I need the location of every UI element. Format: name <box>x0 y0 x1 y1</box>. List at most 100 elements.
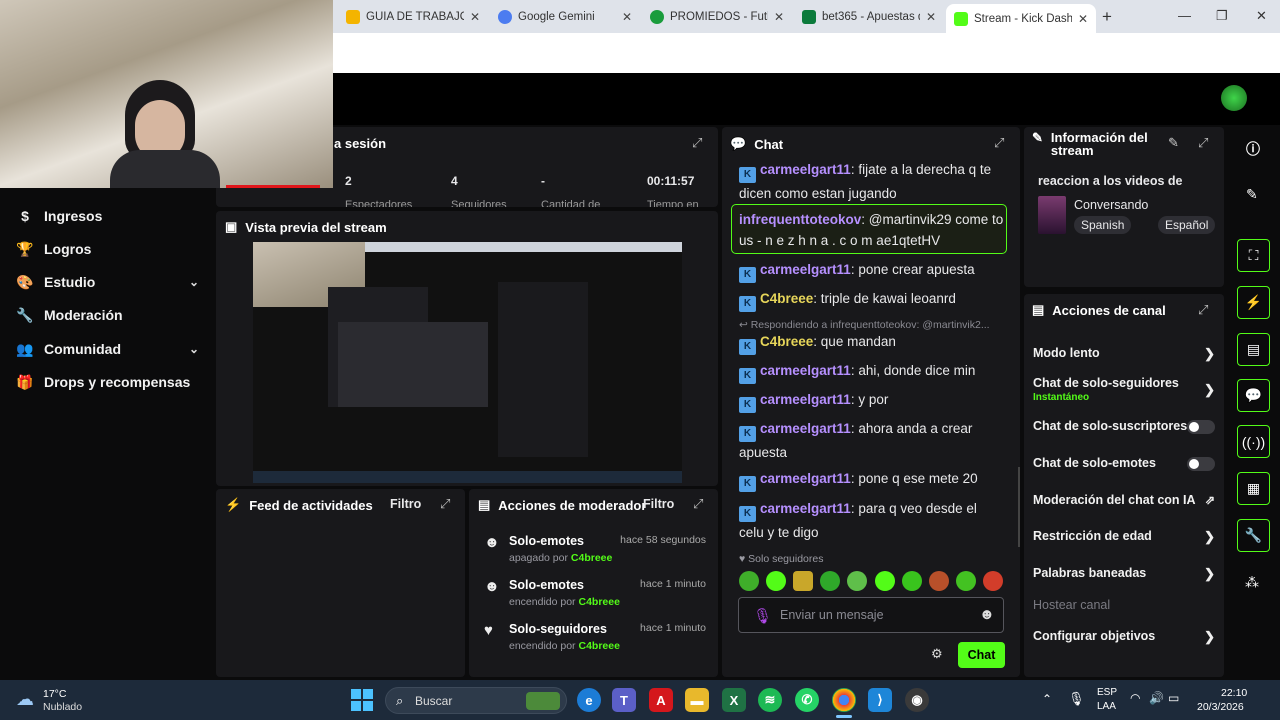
expand-icon[interactable]: ⤢ <box>692 135 702 151</box>
spotify-icon[interactable]: ≋ <box>758 688 782 712</box>
obs-icon[interactable]: ◉ <box>905 688 929 712</box>
emote-icon[interactable] <box>766 571 787 591</box>
mod-user[interactable]: C4breee <box>578 640 619 652</box>
chat-username[interactable]: carmeelgart11 <box>760 471 851 486</box>
expand-icon[interactable]: ⤢ <box>1198 302 1208 318</box>
slow-mode-row[interactable]: Modo lento ❯ <box>1033 346 1215 361</box>
browser-tab[interactable]: PROMIEDOS - Futbo✕ <box>642 4 792 30</box>
microphone-tray-icon[interactable]: 🎙 <box>1068 691 1085 707</box>
emote-icon[interactable] <box>982 571 1003 591</box>
chat-scrollbar[interactable] <box>1018 467 1020 547</box>
clock-time[interactable]: 22:10 <box>1221 687 1247 699</box>
expand-icon[interactable]: ⤢ <box>1198 135 1208 151</box>
folder-icon[interactable]: ▬ <box>685 688 709 712</box>
emote-icon[interactable] <box>928 571 949 591</box>
mod-user[interactable]: C4breee <box>571 552 612 564</box>
close-window-icon[interactable]: ✕ <box>1256 8 1267 24</box>
banned-words-row[interactable]: Palabras baneadas ❯ <box>1033 566 1215 581</box>
apps-icon[interactable]: ⁂ <box>1245 574 1259 591</box>
language-layout[interactable]: LAA <box>1097 701 1116 712</box>
emoji-icon[interactable]: ☻ <box>979 606 995 623</box>
settings-gear-icon[interactable]: ⚙ <box>931 646 943 662</box>
browser-tab[interactable]: GUIA DE TRABAJO E✕ <box>338 4 488 30</box>
weather-desc[interactable]: Nublado <box>43 701 82 713</box>
acrobat-icon[interactable]: A <box>649 688 673 712</box>
volume-icon[interactable]: 🔊 <box>1149 691 1164 705</box>
close-tab-icon[interactable]: ✕ <box>1078 12 1088 26</box>
sidebar-item-logros[interactable]: 🏆 Logros <box>16 237 91 261</box>
sidebar-item-estudio[interactable]: 🎨 Estudio ⌄ <box>16 270 199 294</box>
subscribers-only-toggle[interactable] <box>1187 420 1215 434</box>
stream-tag[interactable]: Spanish <box>1074 216 1132 234</box>
rail-button-broadcast[interactable]: ((·)) <box>1237 425 1270 458</box>
sidebar-item-ingresos[interactable]: $ Ingresos <box>16 204 102 228</box>
vscode-icon[interactable]: ⟩ <box>868 688 892 712</box>
windows-start-icon[interactable] <box>351 689 373 711</box>
battery-icon[interactable]: ▭ <box>1168 691 1179 705</box>
close-tab-icon[interactable]: ✕ <box>470 10 480 24</box>
mod-user[interactable]: C4breee <box>578 596 619 608</box>
teams-icon[interactable]: T <box>612 688 636 712</box>
chat-username[interactable]: C4breee <box>760 334 813 349</box>
close-tab-icon[interactable]: ✕ <box>774 10 784 24</box>
ai-moderation-row[interactable]: Moderación del chat con IA ⇗ <box>1033 493 1215 507</box>
edge-icon[interactable]: e <box>577 688 601 712</box>
feed-filter-button[interactable]: Filtro <box>390 497 421 511</box>
emote-icon[interactable] <box>847 571 868 591</box>
chat-username[interactable]: C4breee <box>760 291 813 306</box>
browser-tab[interactable]: Google Gemini ✕ <box>490 4 640 30</box>
user-avatar[interactable] <box>1221 85 1247 111</box>
weather-temp[interactable]: 17°C <box>43 688 66 700</box>
expand-icon[interactable]: ⤢ <box>994 135 1004 151</box>
restore-icon[interactable]: ❐ <box>1216 8 1228 24</box>
info-icon[interactable]: ⓘ <box>1246 139 1260 159</box>
emote-icon[interactable] <box>955 571 976 591</box>
taskbar-search[interactable]: ⌕ Buscar <box>385 687 567 714</box>
set-goals-row[interactable]: Configurar objetivos ❯ <box>1033 629 1215 644</box>
chat-username[interactable]: carmeelgart11 <box>760 363 851 378</box>
expand-icon[interactable]: ⤢ <box>440 496 450 512</box>
emote-icon[interactable] <box>874 571 895 591</box>
close-tab-icon[interactable]: ✕ <box>926 10 936 24</box>
chrome-icon[interactable] <box>832 688 856 712</box>
emote-icon[interactable] <box>793 571 814 591</box>
emote-icon[interactable] <box>901 571 922 591</box>
chat-username[interactable]: infrequenttoteokov <box>739 212 861 227</box>
followers-only-row[interactable]: Chat de solo-seguidores Instantáneo ❯ <box>1033 376 1215 403</box>
rail-button-list[interactable]: ▤ <box>1237 333 1270 366</box>
rail-button-tools[interactable]: 🔧 <box>1237 519 1270 552</box>
clock-date[interactable]: 20/3/2026 <box>1197 701 1244 713</box>
emote-icon[interactable] <box>739 571 759 591</box>
chat-username[interactable]: carmeelgart11 <box>760 421 851 436</box>
stream-preview-video[interactable] <box>253 242 682 483</box>
expand-icon[interactable]: ⤢ <box>693 496 703 512</box>
browser-tab-active[interactable]: Stream - Kick Dashb ✕ <box>946 4 1096 33</box>
pen-icon[interactable]: ✎ <box>1246 186 1258 203</box>
sidebar-item-comunidad[interactable]: 👥 Comunidad ⌄ <box>16 337 199 361</box>
rail-button-bolt[interactable]: ⚡ <box>1237 286 1270 319</box>
language-indicator[interactable]: ESP <box>1097 687 1117 698</box>
new-tab-icon[interactable]: + <box>1102 7 1112 27</box>
minimize-icon[interactable]: — <box>1178 8 1191 23</box>
rail-button-scan[interactable]: ⛶ <box>1237 239 1270 272</box>
age-restriction-row[interactable]: Restricción de edad ❯ <box>1033 529 1215 544</box>
microphone-icon[interactable]: 🎙 <box>753 607 772 625</box>
rail-button-layout[interactable]: ▦ <box>1237 472 1270 505</box>
chat-username[interactable]: carmeelgart11 <box>760 262 851 277</box>
emote-icon[interactable] <box>820 571 841 591</box>
edit-icon[interactable]: ✎ <box>1168 135 1179 151</box>
emotes-only-toggle[interactable] <box>1187 457 1215 471</box>
stream-category[interactable]: Conversando <box>1074 198 1148 212</box>
chat-send-button[interactable]: Chat <box>958 642 1005 668</box>
close-tab-icon[interactable]: ✕ <box>622 10 632 24</box>
stream-tag[interactable]: Español <box>1158 216 1216 234</box>
wifi-icon[interactable]: ◠ <box>1130 691 1140 705</box>
chat-username[interactable]: carmeelgart11 <box>760 501 851 516</box>
mod-filter-button[interactable]: Filtro <box>643 497 674 511</box>
rail-button-chat[interactable]: 💬 <box>1237 379 1270 412</box>
chat-username[interactable]: carmeelgart11 <box>760 392 851 407</box>
whatsapp-icon[interactable]: ✆ <box>795 688 819 712</box>
chat-input[interactable]: 🎙 Enviar un mensaje ☻ <box>738 597 1004 633</box>
browser-tab[interactable]: bet365 - Apuestas d ✕ <box>794 4 944 30</box>
chevron-up-icon[interactable]: ⌃ <box>1042 692 1052 706</box>
